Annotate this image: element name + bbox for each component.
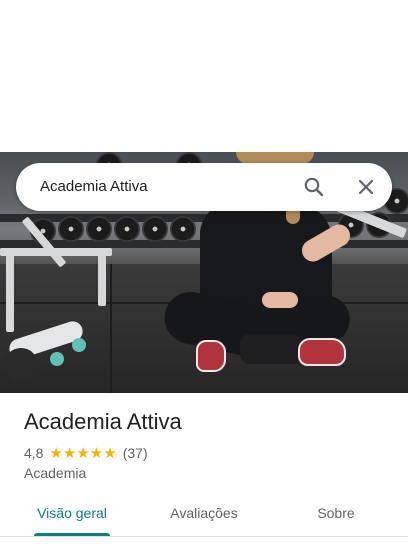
close-icon[interactable] <box>354 175 378 199</box>
search-icon[interactable] <box>302 175 326 199</box>
dumbbell <box>170 216 196 242</box>
tab-about[interactable]: Sobre <box>280 492 392 536</box>
bench-frame <box>6 252 14 332</box>
search-query-text[interactable]: Academia Attiva <box>40 163 148 211</box>
top-blank-area <box>0 0 408 152</box>
roller-wheel <box>50 352 64 366</box>
rating-row[interactable]: 4,8 ★★★★★ (37) <box>24 444 148 462</box>
tab-reviews[interactable]: Avaliações <box>148 492 260 536</box>
person-shoe <box>298 338 346 366</box>
dumbbell <box>142 216 168 242</box>
dumbbell <box>114 216 140 242</box>
place-category: Academia <box>24 465 87 481</box>
person-shoe <box>196 340 226 372</box>
person-hand <box>262 292 298 308</box>
search-bar[interactable]: Academia Attiva <box>16 163 392 211</box>
reviews-count[interactable]: (37) <box>123 445 148 461</box>
bench-frame <box>98 248 106 306</box>
dumbbell <box>58 216 84 242</box>
tabs-divider <box>0 536 408 537</box>
place-title: Academia Attiva <box>24 409 182 434</box>
tab-overview[interactable]: Visão geral <box>16 492 128 536</box>
dumbbell <box>86 216 112 242</box>
star-icon: ★★★★★ <box>49 445 117 462</box>
person-legwarmer <box>240 334 302 364</box>
tab-bar: Visão geral Avaliações Sobre <box>0 492 408 536</box>
rating-value: 4,8 <box>24 445 44 461</box>
floor-seam <box>110 264 112 393</box>
roller-wheel <box>72 338 86 352</box>
roller-wheel <box>4 348 38 382</box>
